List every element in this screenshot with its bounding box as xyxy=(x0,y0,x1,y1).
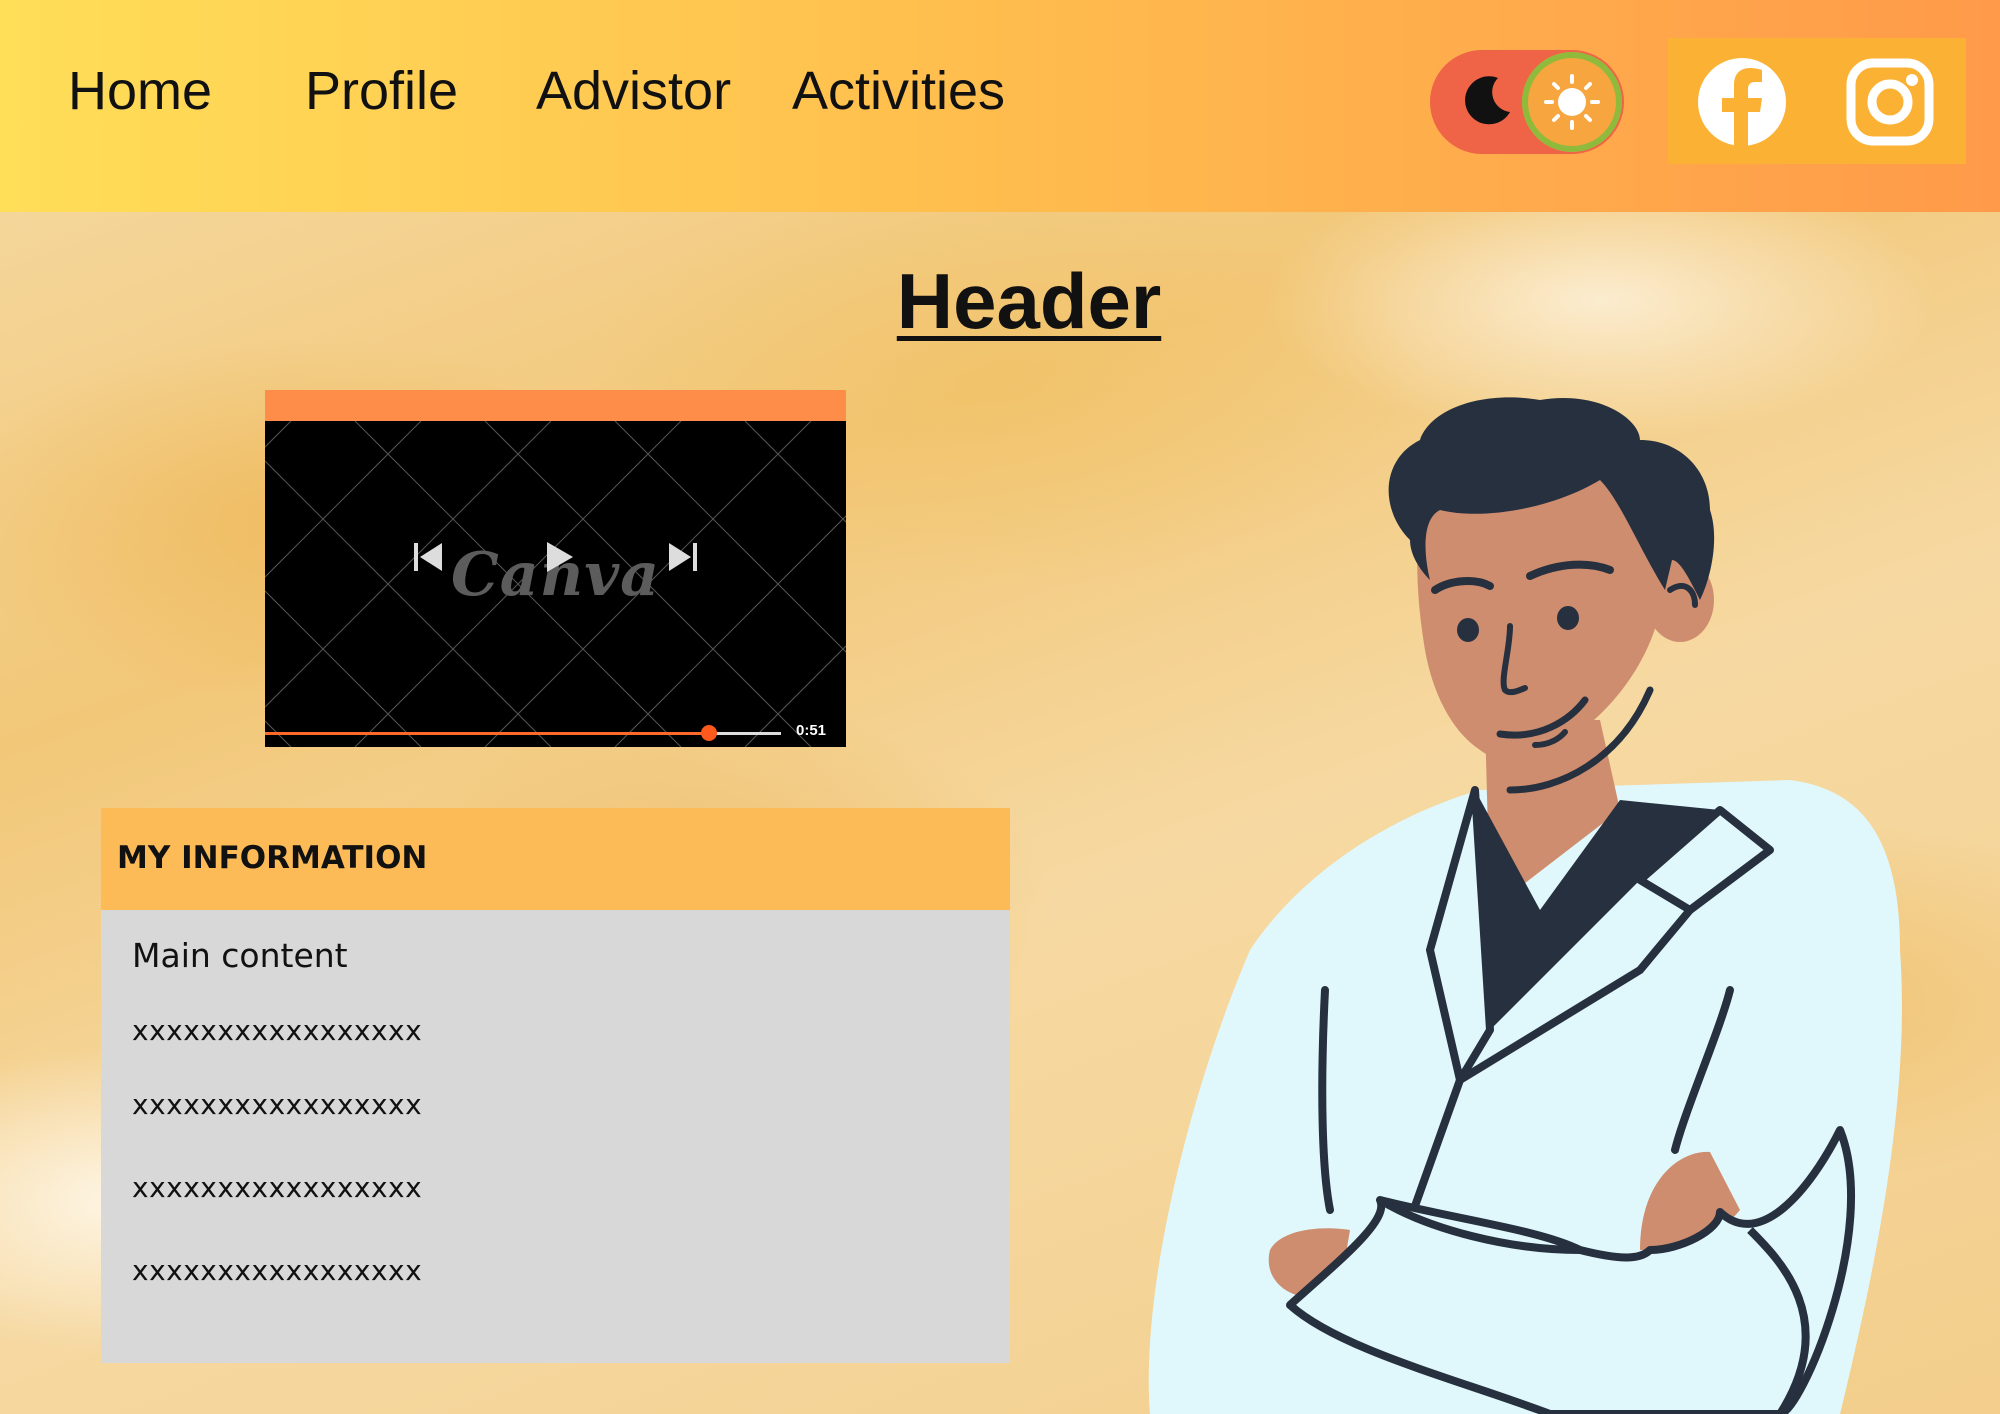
play-icon[interactable] xyxy=(543,540,575,574)
card-title: MY INFORMATION xyxy=(101,808,1010,910)
nav-profile-link[interactable]: Profile xyxy=(305,60,458,122)
video-player[interactable]: Canva 0:51 xyxy=(265,390,846,747)
social-links-panel xyxy=(1668,38,1966,164)
info-line: xxxxxxxxxxxxxxxxx xyxy=(132,1088,423,1121)
video-time: 0:51 xyxy=(796,722,827,739)
sun-icon xyxy=(1544,74,1600,130)
moon-icon xyxy=(1465,76,1510,125)
my-information-card: MY INFORMATION Main content xxxxxxxxxxxx… xyxy=(101,808,1010,1363)
nav-activities-link[interactable]: Activities xyxy=(792,60,1005,122)
toggle-knob[interactable] xyxy=(1522,52,1622,152)
page-title: Header xyxy=(896,257,1162,345)
video-top-bar xyxy=(265,390,846,421)
nav-advistor-link[interactable]: Advistor xyxy=(536,60,731,122)
nav-home-link[interactable]: Home xyxy=(68,60,212,122)
previous-icon[interactable] xyxy=(412,540,444,574)
doctor-illustration xyxy=(1148,397,1902,1414)
video-seek-handle[interactable] xyxy=(700,725,717,741)
main-content-label: Main content xyxy=(132,936,348,975)
info-line: xxxxxxxxxxxxxxxxx xyxy=(132,1254,423,1287)
facebook-icon[interactable] xyxy=(1696,56,1788,148)
instagram-icon[interactable] xyxy=(1844,56,1936,148)
next-icon[interactable] xyxy=(667,540,699,574)
video-progress xyxy=(265,732,709,735)
video-seek-bar[interactable] xyxy=(265,725,781,741)
top-navigation-bar: Home Profile Advistor Activities xyxy=(0,0,2000,212)
theme-toggle-switch[interactable] xyxy=(1430,50,1624,154)
card-body: Main content xxxxxxxxxxxxxxxxx xxxxxxxxx… xyxy=(101,910,1010,1363)
info-line: xxxxxxxxxxxxxxxxx xyxy=(132,1014,423,1047)
info-line: xxxxxxxxxxxxxxxxx xyxy=(132,1171,423,1204)
